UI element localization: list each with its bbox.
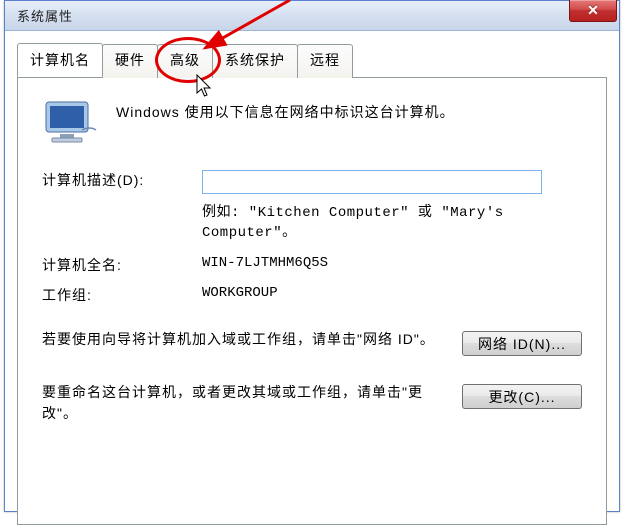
network-id-button[interactable]: 网络 ID(N)... [462, 331, 582, 356]
row-fullname: 计算机全名: WIN-7LJTMHM6Q5S [42, 255, 582, 275]
row-change: 要重命名这台计算机，或者更改其域或工作组，请单击"更改"。 更改(C)... [42, 382, 582, 424]
close-icon: ✕ [587, 2, 599, 19]
row-example: 例如: "Kitchen Computer" 或 "Mary's Compute… [42, 204, 582, 243]
close-button[interactable]: ✕ [569, 0, 617, 22]
description-label: 计算机描述(D): [42, 170, 202, 190]
fullname-label: 计算机全名: [42, 255, 202, 275]
fullname-value: WIN-7LJTMHM6Q5S [202, 255, 328, 271]
tab-computer-name[interactable]: 计算机名 [17, 43, 103, 77]
change-button[interactable]: 更改(C)... [462, 384, 582, 409]
row-network-id: 若要使用向导将计算机加入域或工作组，请单击"网络 ID"。 网络 ID(N)..… [42, 329, 582, 356]
tab-system-protection[interactable]: 系统保护 [212, 44, 298, 78]
description-example: 例如: "Kitchen Computer" 或 "Mary's Compute… [202, 204, 542, 243]
tab-hardware[interactable]: 硬件 [102, 44, 158, 78]
tab-panel-computer-name: Windows 使用以下信息在网络中标识这台计算机。 计算机描述(D): 例如:… [17, 77, 607, 525]
row-description: 计算机描述(D): [42, 170, 582, 194]
intro-row: Windows 使用以下信息在网络中标识这台计算机。 [42, 100, 582, 148]
description-input[interactable] [202, 170, 542, 194]
tab-strip: 计算机名 硬件 高级 系统保护 远程 [17, 43, 607, 77]
row-workgroup: 工作组: WORKGROUP [42, 285, 582, 305]
tab-advanced[interactable]: 高级 [157, 44, 213, 78]
workgroup-label: 工作组: [42, 285, 202, 305]
change-hint: 要重命名这台计算机，或者更改其域或工作组，请单击"更改"。 [42, 382, 462, 424]
computer-icon [42, 100, 102, 148]
titlebar: 系统属性 ✕ [5, 1, 619, 31]
workgroup-value: WORKGROUP [202, 285, 278, 301]
window-title: 系统属性 [17, 6, 73, 25]
system-properties-window: 系统属性 ✕ 计算机名 硬件 高级 系统保护 远程 Windows [4, 0, 620, 512]
tab-remote[interactable]: 远程 [297, 44, 353, 78]
network-id-hint: 若要使用向导将计算机加入域或工作组，请单击"网络 ID"。 [42, 329, 462, 350]
content-area: 计算机名 硬件 高级 系统保护 远程 Windows 使用以下信息在网络中标识这… [5, 31, 619, 525]
intro-text: Windows 使用以下信息在网络中标识这台计算机。 [116, 100, 455, 122]
